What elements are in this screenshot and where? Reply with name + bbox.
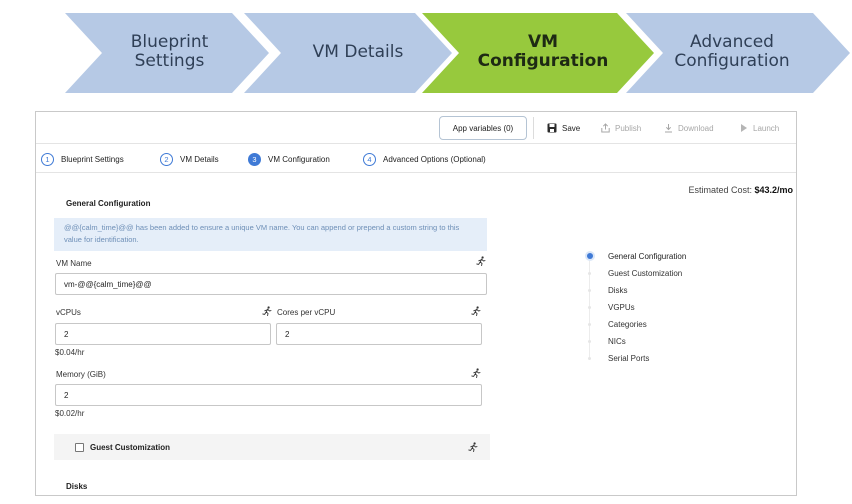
wizard-step-line: Advanced: [690, 32, 774, 52]
memory-label: Memory (GiB): [56, 370, 106, 379]
nav-dot: [584, 268, 595, 279]
wizard-step-line: VM Details: [312, 41, 404, 62]
estimated-cost-label: Estimated Cost:: [688, 185, 755, 195]
memory-input[interactable]: 2: [55, 384, 482, 406]
vcpus-label: vCPUs: [56, 308, 81, 317]
nav-general-configuration[interactable]: General Configuration: [584, 250, 686, 262]
nav-label: Guest Customization: [608, 268, 683, 278]
nav-dot: [584, 302, 595, 313]
nav-dot: [584, 336, 595, 347]
wizard-step-line: VM: [527, 32, 559, 52]
guest-customization-row: Guest Customization: [54, 434, 490, 460]
nav-label: VGPUs: [608, 302, 635, 312]
guest-customization-label: Guest Customization: [90, 443, 171, 452]
download-button[interactable]: Download: [664, 121, 714, 135]
save-icon: [547, 123, 557, 133]
nav-label: Categories: [608, 319, 647, 329]
nav-nics[interactable]: NICs: [584, 335, 626, 347]
runtime-icon[interactable]: [471, 306, 481, 316]
step-blueprint-settings[interactable]: 1 Blueprint Settings: [41, 152, 124, 166]
nav-dot: [584, 285, 595, 296]
save-button[interactable]: Save: [547, 121, 580, 135]
wizard-step-advanced-configuration[interactable]: Advanced Configuration: [668, 32, 796, 72]
estimated-cost-value: $43.2/mo: [754, 185, 793, 195]
vm-name-input[interactable]: vm-@@{calm_time}@@: [55, 273, 487, 295]
wizard-step-vm-configuration[interactable]: VM Configuration: [468, 32, 618, 72]
save-label: Save: [562, 123, 581, 133]
vm-name-label: VM Name: [56, 259, 92, 268]
vcpus-input[interactable]: 2: [55, 323, 271, 345]
download-icon: [664, 123, 673, 133]
step-advanced-options[interactable]: 4 Advanced Options (Optional): [363, 152, 486, 166]
vm-name-info-banner: @@{calm_time}@@ has been added to ensure…: [54, 218, 487, 251]
step-vm-configuration[interactable]: 3 VM Configuration: [248, 152, 330, 166]
estimated-cost: Estimated Cost: $43.2/mo: [688, 185, 793, 195]
runtime-icon[interactable]: [468, 442, 478, 452]
app-variables-button[interactable]: App variables (0): [439, 116, 527, 140]
nav-disks[interactable]: Disks: [584, 284, 628, 296]
step-number: 2: [160, 152, 173, 166]
launch-label: Launch: [753, 123, 780, 133]
cores-per-vcpu-label: Cores per vCPU: [277, 308, 336, 317]
wizard-step-blueprint-settings[interactable]: Blueprint Settings: [112, 32, 227, 72]
step-label: VM Configuration: [268, 154, 330, 164]
wizard-step-vm-details[interactable]: VM Details: [290, 32, 426, 72]
toolbar-divider: [533, 117, 534, 139]
nav-dot: [584, 353, 595, 364]
nav-label: NICs: [608, 336, 626, 346]
nav-label: Disks: [608, 285, 628, 295]
wizard-step-line: Settings: [134, 51, 205, 71]
nav-label: Serial Ports: [608, 353, 650, 363]
wizard-step-line: Blueprint: [130, 32, 209, 52]
step-tabs: 1 Blueprint Settings 2 VM Details 3 VM C…: [36, 145, 796, 173]
cores-per-vcpu-input[interactable]: 2: [276, 323, 482, 345]
nav-label: General Configuration: [608, 251, 687, 261]
wizard-step-line: Configuration: [674, 51, 790, 71]
nav-vgpus[interactable]: VGPUs: [584, 301, 635, 313]
blueprint-editor: App variables (0) Save Publish Download …: [35, 111, 797, 496]
runtime-icon[interactable]: [262, 306, 272, 316]
publish-label: Publish: [615, 123, 642, 133]
vcpus-cost: $0.04/hr: [55, 348, 85, 357]
nav-categories[interactable]: Categories: [584, 318, 647, 330]
step-vm-details[interactable]: 2 VM Details: [160, 152, 219, 166]
nav-serial-ports[interactable]: Serial Ports: [584, 352, 649, 364]
nav-guest-customization[interactable]: Guest Customization: [584, 267, 682, 279]
toolbar: App variables (0) Save Publish Download …: [36, 112, 796, 144]
publish-button[interactable]: Publish: [601, 121, 641, 135]
general-configuration-title: General Configuration: [66, 199, 151, 208]
step-number: 1: [41, 152, 54, 166]
memory-cost: $0.02/hr: [55, 409, 85, 418]
nav-dot: [584, 319, 595, 330]
step-label: Blueprint Settings: [61, 154, 124, 164]
wizard-step-line: Configuration: [477, 51, 609, 71]
guest-customization-checkbox[interactable]: [75, 443, 84, 452]
disks-title: Disks: [66, 482, 88, 491]
runtime-icon[interactable]: [476, 256, 486, 266]
publish-icon: [601, 123, 610, 133]
launch-icon: [740, 123, 748, 133]
step-number: 4: [363, 152, 376, 166]
step-label: VM Details: [180, 154, 219, 164]
runtime-icon[interactable]: [471, 368, 481, 378]
launch-button[interactable]: Launch: [740, 121, 779, 135]
nav-dot: [584, 251, 595, 262]
step-number: 3: [248, 152, 261, 166]
download-label: Download: [678, 123, 714, 133]
step-label: Advanced Options (Optional): [383, 154, 486, 164]
